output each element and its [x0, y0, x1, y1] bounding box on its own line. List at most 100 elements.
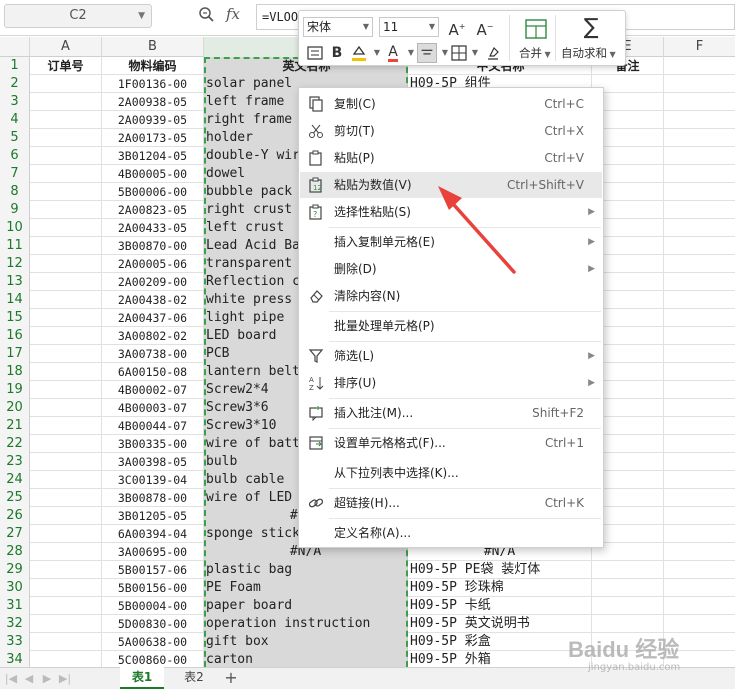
row-header[interactable]: 3 — [0, 93, 30, 111]
cell[interactable] — [664, 219, 735, 237]
cell[interactable] — [30, 237, 102, 255]
row-header[interactable]: 12 — [0, 255, 30, 273]
cell[interactable] — [664, 345, 735, 363]
cell[interactable]: carton — [204, 651, 408, 667]
cell[interactable] — [30, 633, 102, 651]
first-sheet-icon[interactable]: |◀ — [4, 668, 18, 689]
cell[interactable]: 4B00044-07 — [102, 417, 204, 435]
cell[interactable] — [30, 525, 102, 543]
add-sheet-button[interactable]: + — [222, 668, 240, 689]
cell[interactable] — [664, 507, 735, 525]
cell[interactable]: 物料编码 — [102, 57, 204, 75]
row-header[interactable]: 27 — [0, 525, 30, 543]
name-box[interactable]: C2 ▼ — [4, 4, 152, 28]
cell[interactable]: 3A00802-02 — [102, 327, 204, 345]
menu-item-cut[interactable]: 剪切(T) Ctrl+X — [300, 118, 602, 144]
row-header[interactable]: 31 — [0, 597, 30, 615]
cell[interactable]: 2A00438-02 — [102, 291, 204, 309]
row-header[interactable]: 33 — [0, 633, 30, 651]
cell[interactable] — [30, 291, 102, 309]
cell[interactable] — [30, 327, 102, 345]
menu-item-hyperlink[interactable]: 超链接(H)... Ctrl+K — [300, 490, 602, 516]
row-header[interactable]: 28 — [0, 543, 30, 561]
cell[interactable] — [664, 525, 735, 543]
row-header[interactable]: 24 — [0, 471, 30, 489]
cell[interactable] — [664, 651, 735, 667]
row-header[interactable]: 21 — [0, 417, 30, 435]
cell[interactable] — [30, 543, 102, 561]
column-header-f[interactable]: F — [664, 37, 735, 57]
merge-button-label[interactable]: 合并 ▼ — [519, 45, 551, 61]
row-header[interactable]: 8 — [0, 183, 30, 201]
cell[interactable] — [30, 471, 102, 489]
cell[interactable] — [30, 417, 102, 435]
cell[interactable] — [664, 273, 735, 291]
cell[interactable]: PE Foam — [204, 579, 408, 597]
cell[interactable]: 3B01205-05 — [102, 507, 204, 525]
format-painter-icon[interactable] — [305, 43, 325, 63]
cell[interactable]: H09-5P 英文说明书 — [408, 615, 592, 633]
increase-font-icon[interactable]: A+ — [447, 17, 467, 39]
cell[interactable]: gift box — [204, 633, 408, 651]
menu-item-define-name[interactable]: 定义名称(A)... — [300, 520, 602, 546]
cell[interactable] — [30, 75, 102, 93]
row-header[interactable]: 34 — [0, 651, 30, 667]
cell[interactable]: 3B01204-05 — [102, 147, 204, 165]
chevron-down-icon[interactable]: ▼ — [138, 5, 145, 27]
cell[interactable]: 5B00156-00 — [102, 579, 204, 597]
row-header[interactable]: 22 — [0, 435, 30, 453]
row-header[interactable]: 26 — [0, 507, 30, 525]
prev-sheet-icon[interactable]: ◀ — [22, 668, 36, 689]
row-header[interactable]: 20 — [0, 399, 30, 417]
column-header-b[interactable]: B — [102, 37, 204, 57]
cell[interactable]: 4B00005-00 — [102, 165, 204, 183]
bold-icon[interactable]: B — [327, 43, 347, 63]
select-all-corner[interactable] — [0, 37, 30, 57]
cell[interactable]: 4B00003-07 — [102, 399, 204, 417]
menu-item-filter[interactable]: 筛选(L) ▶ — [300, 343, 602, 369]
cell[interactable] — [664, 57, 735, 75]
cell[interactable] — [592, 597, 664, 615]
cell[interactable] — [664, 255, 735, 273]
row-header[interactable]: 2 — [0, 75, 30, 93]
cell[interactable]: 5B00006-00 — [102, 183, 204, 201]
cell[interactable]: 3B00878-00 — [102, 489, 204, 507]
menu-item-delete[interactable]: 删除(D) ▶ — [300, 256, 602, 282]
cell[interactable] — [30, 147, 102, 165]
cell[interactable] — [664, 489, 735, 507]
cell[interactable] — [664, 579, 735, 597]
cell[interactable] — [30, 255, 102, 273]
cell[interactable]: 2A00209-00 — [102, 273, 204, 291]
cell[interactable] — [664, 327, 735, 345]
cell[interactable] — [664, 471, 735, 489]
row-header[interactable]: 4 — [0, 111, 30, 129]
cell[interactable]: 1F00136-00 — [102, 75, 204, 93]
cell[interactable]: H09-5P 外箱 — [408, 651, 592, 667]
cell[interactable] — [664, 597, 735, 615]
menu-item-paste-values[interactable]: 12 粘贴为数值(V) Ctrl+Shift+V — [300, 172, 602, 198]
row-header[interactable]: 5 — [0, 129, 30, 147]
row-header[interactable]: 17 — [0, 345, 30, 363]
cell[interactable] — [664, 543, 735, 561]
cell[interactable] — [664, 147, 735, 165]
cell[interactable] — [30, 399, 102, 417]
cell[interactable]: 3C00139-04 — [102, 471, 204, 489]
font-name-select[interactable]: 宋体 ▼ — [303, 17, 373, 37]
cell[interactable] — [664, 291, 735, 309]
cell[interactable] — [664, 381, 735, 399]
menu-item-clear-contents[interactable]: 清除内容(N) — [300, 283, 602, 309]
cell[interactable]: 2A00173-05 — [102, 129, 204, 147]
menu-item-sort[interactable]: AZ 排序(U) ▶ — [300, 370, 602, 396]
cell[interactable] — [30, 381, 102, 399]
cell[interactable]: H09-5P 彩盒 — [408, 633, 592, 651]
align-center-icon[interactable] — [417, 43, 437, 63]
row-header[interactable]: 7 — [0, 165, 30, 183]
tab-sheet1[interactable]: 表1 — [120, 667, 164, 689]
cell[interactable] — [30, 453, 102, 471]
menu-item-batch-process[interactable]: 批量处理单元格(P) — [300, 313, 602, 339]
cell[interactable] — [30, 597, 102, 615]
cell[interactable]: 3A00695-00 — [102, 543, 204, 561]
row-header[interactable]: 6 — [0, 147, 30, 165]
cell[interactable] — [664, 633, 735, 651]
row-header[interactable]: 15 — [0, 309, 30, 327]
